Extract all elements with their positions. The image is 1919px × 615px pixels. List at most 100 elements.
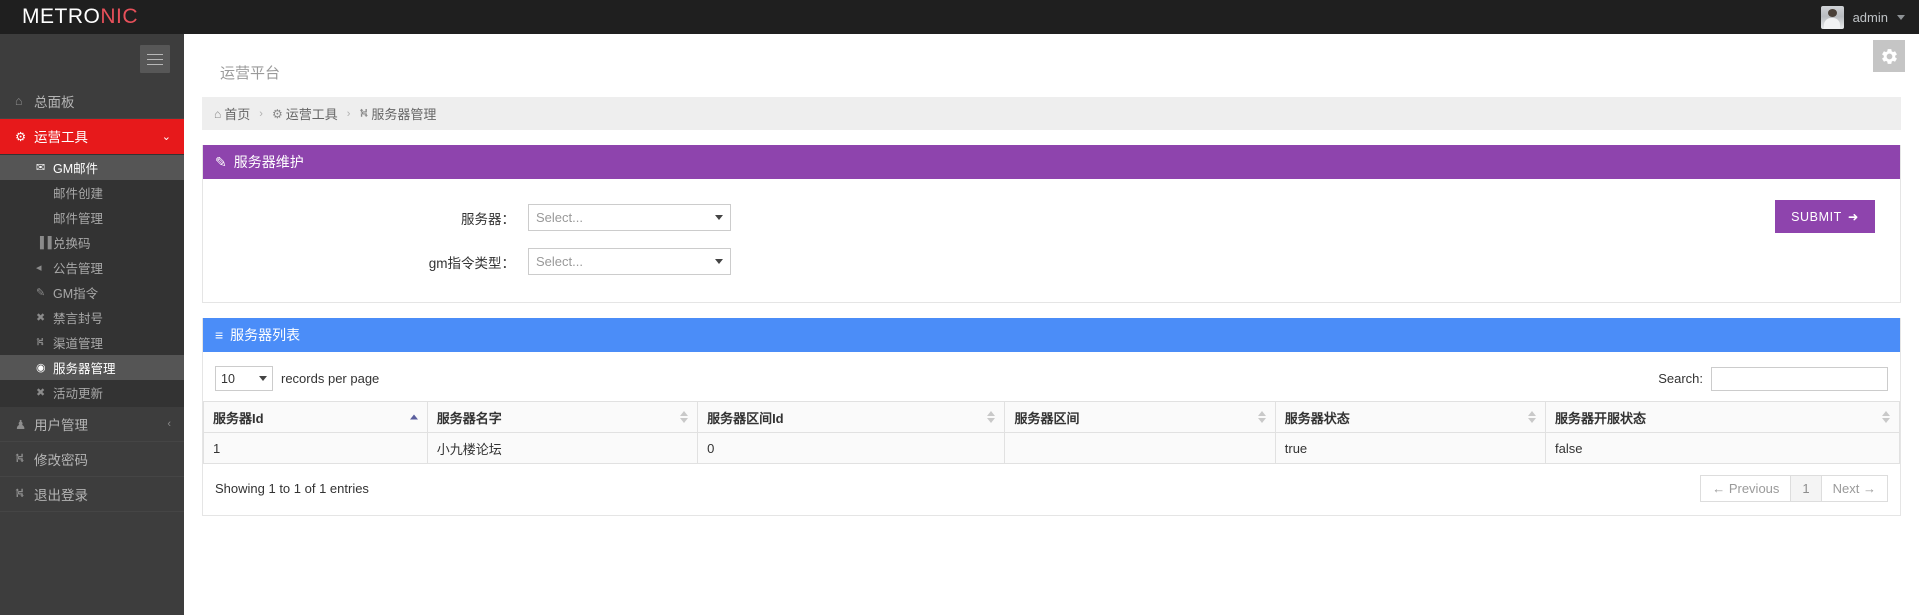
sitemap-icon: ⛕: [359, 106, 368, 122]
column-header-server-zone-id[interactable]: 服务器区间Id: [698, 402, 1005, 433]
breadcrumb-label: 首页: [224, 104, 250, 123]
pencil-icon: ✎: [36, 286, 53, 299]
server-maintenance-panel: ✎ 服务器维护 服务器： Select... gm指令类型： Select...: [202, 145, 1901, 303]
panel-header: ✎ 服务器维护: [203, 145, 1900, 179]
brand-logo[interactable]: METRONIC: [22, 5, 138, 29]
server-select[interactable]: Select...: [528, 204, 731, 231]
sidebar-item-ban[interactable]: ✖ 禁言封号: [0, 305, 184, 330]
sidebar-item-gm-mail[interactable]: ✉ GM邮件: [0, 155, 184, 180]
form-row-server: 服务器： Select...: [203, 187, 1900, 231]
breadcrumb-item-operations-tools[interactable]: ⚙ 运营工具: [272, 104, 338, 123]
cell-server-zone: [1005, 433, 1275, 464]
sidebar-item-label: 兑换码: [53, 233, 91, 252]
sidebar-item-user-manage[interactable]: ♟ 用户管理 ‹: [0, 407, 184, 442]
table-info-label: Showing 1 to 1 of 1 entries: [215, 481, 369, 496]
sitemap-icon: ⛕: [36, 336, 53, 350]
app-window: METRONIC admin ⌂ 总面板 ⚙ 运营工具 ⌄ ✉ GM邮件: [0, 0, 1919, 615]
sitemap-icon: ⛕: [15, 451, 34, 467]
chevron-down-icon: [1897, 15, 1905, 20]
sort-indicator-icon: [1258, 411, 1266, 423]
panel-title: 服务器维护: [234, 152, 304, 172]
pagination-page-1[interactable]: 1: [1790, 475, 1821, 502]
settings-gear-button[interactable]: [1873, 40, 1905, 72]
breadcrumb-item-home[interactable]: ⌂ 首页: [214, 104, 250, 123]
sidebar-item-announcement[interactable]: ◂ 公告管理: [0, 255, 184, 280]
barcode-icon: ▐▐: [36, 237, 53, 249]
cell-server-status: true: [1275, 433, 1545, 464]
home-icon: ⌂: [15, 94, 34, 108]
breadcrumb-item-server-manage[interactable]: ⛕ 服务器管理: [359, 104, 436, 123]
table-head: 服务器Id 服务器名字: [204, 402, 1900, 433]
column-label: 服务器名字: [437, 411, 502, 426]
brand-logo-main: METRO: [22, 5, 100, 28]
sidebar-item-gm-command[interactable]: ✎ GM指令: [0, 280, 184, 305]
sidebar-item-mail-create[interactable]: 邮件创建: [0, 180, 184, 205]
table-header-row: 服务器Id 服务器名字: [204, 402, 1900, 433]
gm-command-type-label: gm指令类型：: [203, 252, 528, 272]
sort-indicator-icon: [1528, 411, 1536, 423]
form-row-gm-command-type: gm指令类型： Select...: [203, 231, 1900, 275]
column-label: 服务器Id: [213, 411, 264, 426]
panel-header: ≡ 服务器列表: [203, 318, 1900, 352]
submit-button-label: SUBMIT: [1791, 210, 1842, 224]
edit-square-icon: ✎: [215, 154, 227, 171]
table-body: 1 小九楼论坛 0 true false: [204, 433, 1900, 464]
user-icon: ♟: [15, 417, 34, 432]
sort-indicator-icon: [410, 415, 418, 420]
times-icon: ✖: [36, 311, 53, 324]
gears-icon: ⚙: [272, 107, 283, 121]
gear-icon: [1880, 47, 1899, 66]
sidebar-item-activity-update[interactable]: ✖ 活动更新: [0, 380, 184, 405]
search-area: Search:: [1658, 367, 1888, 391]
sort-indicator-icon: [987, 411, 995, 423]
column-label: 服务器状态: [1285, 411, 1350, 426]
brand-logo-accent: NIC: [100, 5, 138, 28]
cell-server-open-status: false: [1546, 433, 1900, 464]
sort-indicator-icon: [1882, 411, 1890, 423]
sidebar-item-label: 服务器管理: [53, 358, 116, 377]
breadcrumb-separator-icon: ›: [347, 108, 351, 120]
column-header-server-name[interactable]: 服务器名字: [427, 402, 697, 433]
chevron-down-icon: [259, 376, 267, 381]
gm-command-type-select-value: Select...: [536, 254, 583, 269]
sidebar-item-label: 渠道管理: [53, 333, 103, 352]
pagination-next[interactable]: Next →: [1821, 475, 1888, 502]
pagination: ← Previous 1 Next →: [1701, 475, 1888, 502]
search-input[interactable]: [1711, 367, 1888, 391]
main-content: 运营平台 ⌂ 首页 › ⚙ 运营工具 › ⛕ 服务器管理 ✎ 服务器维护: [184, 34, 1919, 615]
gears-icon: ⚙: [15, 129, 34, 144]
sidebar-item-label: 活动更新: [53, 383, 103, 402]
sidebar-item-redeem-code[interactable]: ▐▐ 兑换码: [0, 230, 184, 255]
column-label: 服务器区间: [1014, 411, 1079, 426]
sidebar-item-logout[interactable]: ⛕ 退出登录: [0, 477, 184, 512]
cell-server-id: 1: [204, 433, 428, 464]
sort-indicator-icon: [680, 411, 688, 423]
sidebar-item-operations-tools[interactable]: ⚙ 运营工具 ⌄: [0, 119, 184, 154]
page-title: 运营平台: [184, 34, 1919, 83]
sidebar-item-dashboard[interactable]: ⌂ 总面板: [0, 84, 184, 119]
sidebar-item-label: 运营工具: [34, 126, 88, 146]
column-header-server-id[interactable]: 服务器Id: [204, 402, 428, 433]
table-row[interactable]: 1 小九楼论坛 0 true false: [204, 433, 1900, 464]
sidebar-item-label: 修改密码: [34, 449, 88, 469]
column-label: 服务器开服状态: [1555, 411, 1646, 426]
top-header-bar: METRONIC admin: [0, 0, 1919, 34]
sidebar-item-server-manage[interactable]: ◉ 服务器管理: [0, 355, 184, 380]
submit-button[interactable]: SUBMIT ➜: [1775, 200, 1875, 233]
envelope-icon: ✉: [36, 161, 53, 174]
gm-command-type-select[interactable]: Select...: [528, 248, 731, 275]
hamburger-icon[interactable]: [140, 45, 170, 73]
sidebar-item-channel-manage[interactable]: ⛕ 渠道管理: [0, 330, 184, 355]
sidebar-item-mail-manage[interactable]: 邮件管理: [0, 205, 184, 230]
column-header-server-status[interactable]: 服务器状态: [1275, 402, 1545, 433]
sidebar-item-change-password[interactable]: ⛕ 修改密码: [0, 442, 184, 477]
page-length-select[interactable]: 10: [215, 366, 273, 391]
sidebar-item-label: 公告管理: [53, 258, 103, 277]
pagination-previous[interactable]: ← Previous: [1700, 475, 1791, 502]
sitemap-icon: ⛕: [15, 486, 34, 502]
user-menu[interactable]: admin: [1821, 0, 1919, 34]
sidebar-item-label: 用户管理: [34, 414, 88, 434]
column-header-server-zone[interactable]: 服务器区间: [1005, 402, 1275, 433]
column-label: 服务器区间Id: [707, 411, 784, 426]
column-header-server-open-status[interactable]: 服务器开服状态: [1546, 402, 1900, 433]
